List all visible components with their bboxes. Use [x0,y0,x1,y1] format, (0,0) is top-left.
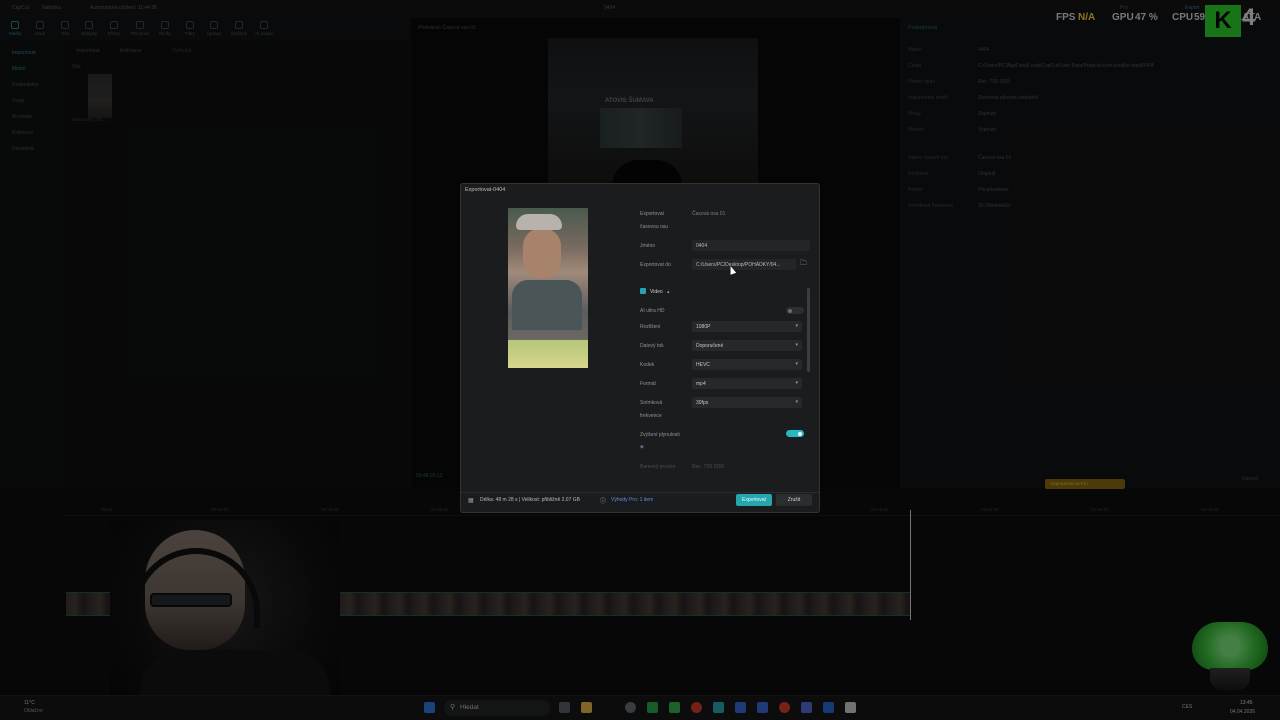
export-button[interactable]: Exportovat [736,494,772,506]
format-select[interactable]: mp4 ▾ [692,378,802,389]
screen: CapCut Nabídka Automatické uložení: 11:4… [0,0,1280,720]
color-space-value: Rec. 709 SDR [692,464,724,470]
ai-ultra-hd-label: AI ultra HD [640,308,665,314]
info-icon: ⓘ [600,499,607,505]
chevron-down-icon: ▾ [795,399,798,405]
name-field[interactable]: 0404 [692,240,810,251]
format-label: Formát [640,381,656,387]
codec-select[interactable]: HEVC ▾ [692,359,802,370]
chevron-down-icon: ▾ [795,361,798,367]
export-dialog-title: Exportovat-0404 [465,187,506,193]
pro-benefit-link[interactable]: Výhody Pro: 1 item [611,497,653,503]
framerate-label-2: frekvence [640,413,662,419]
codec-label: Kodek [640,362,655,368]
export-label: Exportovat [640,211,664,217]
resolution-select[interactable]: 1080P ▾ [692,321,802,332]
video-section-label: Video [650,289,663,295]
chevron-down-icon: ▾ [795,380,798,386]
pro-diamond-icon: ◆ [640,444,644,450]
toggle-knob [788,308,792,313]
framerate-label: Snímková [640,400,663,406]
video-checkbox[interactable] [640,288,646,294]
dialog-scrollbar[interactable] [807,288,810,372]
cancel-button[interactable]: Zrušit [776,494,812,506]
export-to-label: Exportovat do [640,262,671,268]
export-timeline-value: Časová osa 01 [692,211,726,217]
chevron-up-icon[interactable]: ▴ [667,289,670,295]
bitrate-select[interactable]: Doporučené ▾ [692,340,802,351]
thumb-shirt [512,280,582,330]
chevron-down-icon: ▾ [795,342,798,348]
folder-icon[interactable]: 🗀 [800,259,807,270]
color-space-label: Barevný prostor [640,464,676,470]
framerate-select[interactable]: 30fps ▾ [692,397,802,408]
bitrate-label: Datový tok [640,343,664,349]
name-label: Jméno [640,243,656,249]
chevron-down-icon: ▾ [795,323,798,329]
toggle-knob [798,431,802,436]
film-icon: ▦ [468,498,474,504]
smooth-toggle[interactable] [786,430,804,437]
export-path-field[interactable]: C:/Users/PC/Desktop/POHÁDKY/04... [692,259,796,270]
export-info: Délka: 48 m 28 s | Velikost: přibližně 2… [480,497,580,503]
export-sub-label: časovou osu [640,224,669,230]
thumb-table [508,340,588,368]
ai-ultra-hd-toggle[interactable] [786,307,804,314]
resolution-label: Rozlišení [640,324,661,330]
thumb-cap [516,214,562,230]
thumb-face [523,228,561,278]
smooth-label: Zvýšení plynulosti [640,432,680,438]
